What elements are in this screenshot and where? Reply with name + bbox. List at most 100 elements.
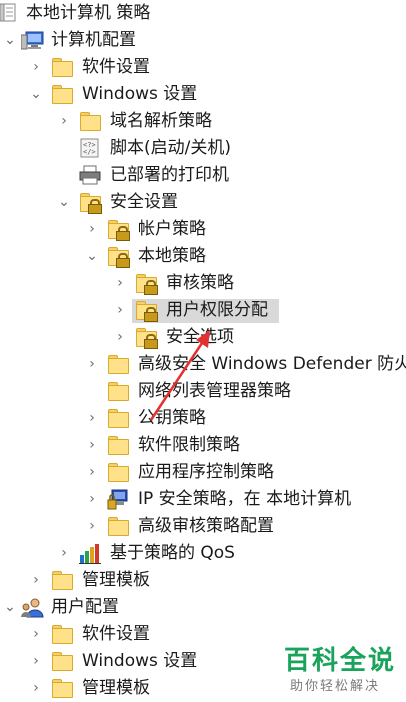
chevron-down-icon[interactable]: ⌄	[29, 87, 43, 101]
tree-item-audit-policy[interactable]: › 审核策略	[0, 270, 406, 297]
chevron-right-icon[interactable]: ›	[29, 654, 43, 668]
tree-item-label: 软件限制策略	[138, 435, 240, 455]
tree-item-defender-firewall[interactable]: › 高级安全 Windows Defender 防火	[0, 351, 406, 378]
folder-icon	[107, 408, 129, 428]
locked-folder-icon	[135, 327, 158, 349]
tree-item-label: Windows 设置	[82, 84, 198, 104]
tree-item-root[interactable]: 本地计算机 策略	[0, 0, 406, 27]
folder-icon	[107, 462, 129, 482]
tree-item-label: 审核策略	[166, 273, 234, 293]
tree-item-computer-config[interactable]: ⌄ 计算机配置	[0, 27, 406, 54]
locked-folder-icon	[135, 300, 158, 322]
tree-item-user-config[interactable]: ⌄ 用户配置	[0, 594, 406, 621]
tree-item-label: 网络列表管理器策略	[138, 381, 291, 401]
tree-item-label: 用户权限分配	[166, 300, 268, 320]
tree-item-public-key-policies[interactable]: › 公钥策略	[0, 405, 406, 432]
tree-item-label: 计算机配置	[51, 30, 136, 50]
folder-icon	[107, 516, 129, 536]
tree-item-label: Windows 设置	[82, 651, 198, 671]
chevron-right-icon[interactable]: ›	[57, 546, 71, 560]
computer-icon	[20, 30, 44, 50]
tree-item-label: 基于策略的 QoS	[110, 543, 235, 563]
tree-item-label: 安全选项	[166, 327, 234, 347]
locked-folder-icon	[107, 219, 130, 241]
folder-icon	[107, 354, 129, 374]
tree-item-software-settings[interactable]: › 软件设置	[0, 54, 406, 81]
chevron-right-icon[interactable]: ›	[85, 357, 99, 371]
tree-item-security-options[interactable]: › 安全选项	[0, 324, 406, 351]
tree-item-label: 软件设置	[82, 57, 150, 77]
tree-item-label: 本地计算机 策略	[26, 3, 151, 23]
chevron-right-icon[interactable]: ›	[113, 303, 127, 317]
ipsec-icon	[107, 489, 129, 510]
folder-icon	[51, 57, 73, 77]
folder-icon	[107, 381, 129, 401]
tree-item-label: 高级审核策略配置	[138, 516, 274, 536]
locked-folder-icon	[135, 273, 158, 295]
tree-item-label: 管理模板	[82, 570, 150, 590]
folder-icon	[51, 651, 73, 671]
chevron-right-icon[interactable]: ›	[29, 681, 43, 695]
printer-icon	[79, 165, 101, 185]
tree-item-label: 脚本(启动/关机)	[110, 138, 231, 158]
tree-item-label: 本地策略	[138, 246, 206, 266]
chevron-right-icon[interactable]: ›	[85, 492, 99, 506]
folder-icon	[51, 84, 73, 104]
tree-item-user-rights-assignment[interactable]: › 用户权限分配	[0, 297, 406, 324]
tree-item-qos[interactable]: › 基于策略的 QoS	[0, 540, 406, 567]
tree-item-scripts[interactable]: <?> </> 脚本(启动/关机)	[0, 135, 406, 162]
watermark-tagline: 助你轻松解决	[290, 679, 381, 694]
chevron-right-icon[interactable]: ›	[85, 438, 99, 452]
tree-item-label: 高级安全 Windows Defender 防火	[138, 354, 406, 374]
tree-item-software-restriction[interactable]: › 软件限制策略	[0, 432, 406, 459]
chevron-down-icon[interactable]: ⌄	[3, 33, 17, 47]
watermark-logo: 百科全说	[284, 646, 397, 676]
tree-item-network-list[interactable]: 网络列表管理器策略	[0, 378, 406, 405]
policy-document-icon	[0, 3, 22, 23]
chevron-right-icon[interactable]: ›	[113, 276, 127, 290]
folder-icon	[107, 435, 129, 455]
chevron-right-icon[interactable]: ›	[85, 411, 99, 425]
chevron-down-icon[interactable]: ⌄	[57, 195, 71, 209]
tree-item-label: 域名解析策略	[110, 111, 212, 131]
tree-item-advanced-audit[interactable]: › 高级审核策略配置	[0, 513, 406, 540]
chevron-right-icon[interactable]: ›	[85, 519, 99, 533]
tree-item-label: 已部署的打印机	[110, 165, 229, 185]
tree-item-label: 安全设置	[110, 192, 178, 212]
tree-item-label: 管理模板	[82, 678, 150, 698]
tree-item-label: 应用程序控制策略	[138, 462, 274, 482]
chevron-right-icon[interactable]: ›	[29, 627, 43, 641]
svg-text:</>: </>	[83, 148, 96, 156]
folder-icon	[51, 678, 73, 698]
chevron-right-icon[interactable]: ›	[29, 573, 43, 587]
chevron-right-icon[interactable]: ›	[85, 222, 99, 236]
chevron-right-icon[interactable]: ›	[85, 465, 99, 479]
tree-item-application-control[interactable]: › 应用程序控制策略	[0, 459, 406, 486]
bar-chart-icon	[79, 543, 101, 564]
folder-icon	[51, 624, 73, 644]
tree-item-dns-policy[interactable]: › 域名解析策略	[0, 108, 406, 135]
folder-icon	[79, 111, 101, 131]
locked-folder-icon	[107, 246, 130, 268]
locked-folder-icon	[79, 192, 102, 214]
tree-item-security-settings[interactable]: ⌄ 安全设置	[0, 189, 406, 216]
tree-item-local-policies[interactable]: ⌄ 本地策略	[0, 243, 406, 270]
script-icon: <?> </>	[79, 138, 101, 158]
chevron-right-icon[interactable]: ›	[29, 60, 43, 74]
folder-icon	[51, 570, 73, 590]
tree-item-admin-templates[interactable]: › 管理模板	[0, 567, 406, 594]
tree-item-label: 用户配置	[51, 597, 119, 617]
chevron-right-icon[interactable]: ›	[57, 114, 71, 128]
chevron-right-icon[interactable]: ›	[113, 330, 127, 344]
tree-item-ipsec-policies[interactable]: › IP 安全策略，在 本地计算机	[0, 486, 406, 513]
tree-item-printers[interactable]: 已部署的打印机	[0, 162, 406, 189]
chevron-down-icon[interactable]: ⌄	[85, 249, 99, 263]
tree-item-windows-settings[interactable]: ⌄ Windows 设置	[0, 81, 406, 108]
tree-item-label: 软件设置	[82, 624, 150, 644]
chevron-down-icon[interactable]: ⌄	[3, 600, 17, 614]
tree-item-label: 公钥策略	[138, 408, 206, 428]
tree-item-label: 帐户策略	[138, 219, 206, 239]
user-icon	[21, 597, 44, 618]
tree-item-account-policies[interactable]: › 帐户策略	[0, 216, 406, 243]
tree-item-label: IP 安全策略，在 本地计算机	[138, 489, 352, 509]
